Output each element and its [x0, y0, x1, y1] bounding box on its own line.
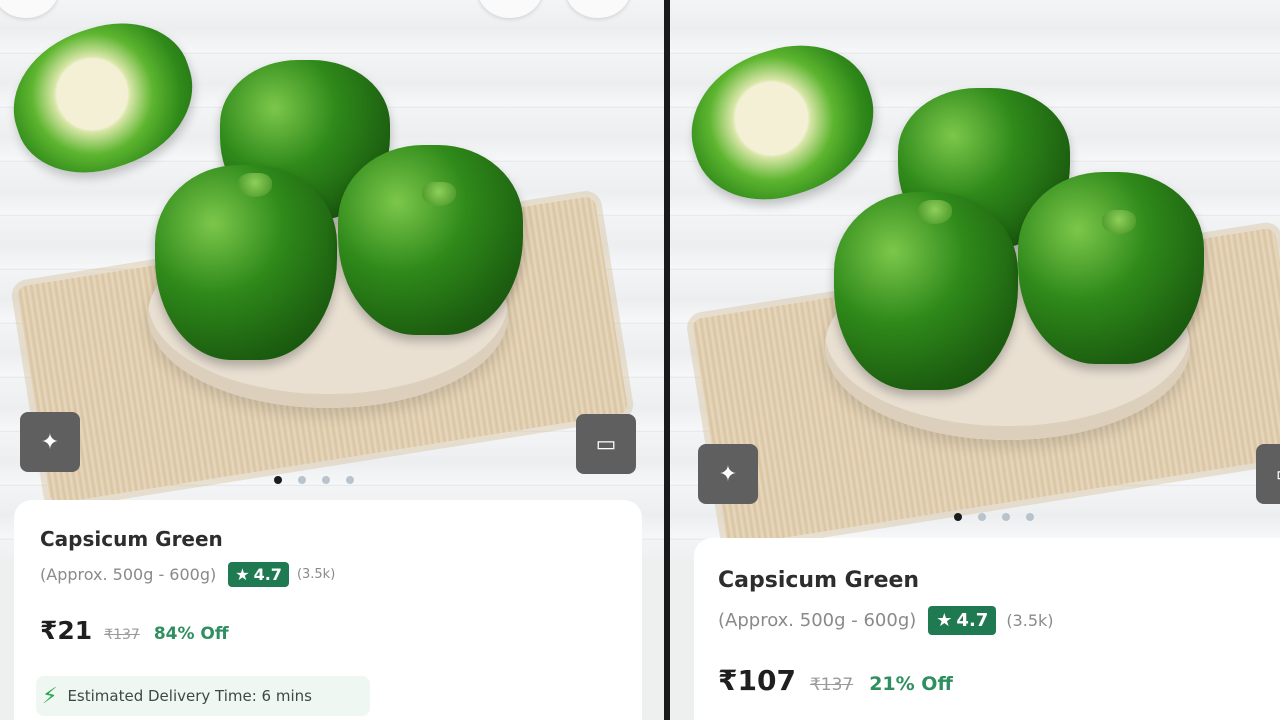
carousel-indicator: [274, 476, 354, 484]
rating-badge[interactable]: ★ 4.7: [928, 606, 997, 635]
halved-pepper: [0, 3, 212, 193]
star-icon: ★: [936, 610, 953, 631]
carousel-dot[interactable]: [346, 476, 354, 484]
gallery-button[interactable]: ▭: [576, 414, 636, 474]
gallery-icon: ▭: [595, 431, 617, 457]
rating-count: (3.5k): [1006, 611, 1054, 630]
carousel-dot[interactable]: [1002, 513, 1010, 521]
delivery-info: ⚡ Estimated Delivery Time: 6 mins: [36, 676, 370, 716]
pepper-stem: [1102, 210, 1136, 234]
carousel-dot[interactable]: [298, 476, 306, 484]
sparkle-icon: ✦: [40, 429, 60, 455]
discount-label: 84% Off: [153, 624, 229, 644]
pepper-stem: [918, 200, 952, 224]
product-meta: (Approx. 500g - 600g) ★ 4.7 (3.5k): [40, 562, 335, 587]
product-image-carousel[interactable]: ✦ ▭: [670, 0, 1280, 560]
product-title: Capsicum Green: [718, 568, 920, 593]
gallery-button[interactable]: ▭: [1256, 444, 1280, 504]
delivery-text: Estimated Delivery Time: 6 mins: [67, 687, 312, 705]
rating-badge[interactable]: ★ 4.7: [228, 562, 289, 587]
ai-sparkle-button[interactable]: ✦: [20, 412, 80, 472]
mrp-price: ₹137: [809, 675, 854, 695]
quantity-label: (Approx. 500g - 600g): [40, 565, 217, 584]
ai-sparkle-button[interactable]: ✦: [698, 444, 758, 504]
product-info-card: Capsicum Green (Approx. 500g - 600g) ★ 4…: [14, 500, 642, 720]
discount-label: 21% Off: [869, 673, 953, 695]
product-image-carousel[interactable]: ✦ ▭: [0, 0, 664, 560]
halved-pepper: [672, 24, 893, 221]
carousel-dot[interactable]: [978, 513, 986, 521]
price-row: ₹21 ₹137 84% Off: [40, 616, 229, 645]
carousel-dot[interactable]: [1026, 513, 1034, 521]
gallery-icon: ▭: [1276, 462, 1280, 487]
right-product-page: ✦ ▭ Capsicum Green (Approx. 500g - 600g)…: [670, 0, 1280, 720]
carousel-dot[interactable]: [274, 476, 282, 484]
product-meta: (Approx. 500g - 600g) ★ 4.7 (3.5k): [718, 606, 1054, 635]
carousel-dot[interactable]: [322, 476, 330, 484]
right-pepper: [338, 145, 523, 335]
left-product-page: ✦ ▭ Capsicum Green (Approx. 500g - 600g)…: [0, 0, 664, 720]
share-button[interactable]: [566, 0, 630, 18]
product-title: Capsicum Green: [40, 527, 223, 551]
carousel-dot[interactable]: [954, 513, 962, 521]
star-icon: ★: [235, 565, 250, 584]
back-button[interactable]: [0, 0, 58, 18]
rating-count: (3.5k): [296, 567, 336, 582]
mrp-price: ₹137: [104, 627, 140, 643]
selling-price: ₹107: [718, 664, 796, 697]
carousel-indicator: [954, 513, 1034, 521]
rating-value: 4.7: [253, 565, 282, 584]
price-row: ₹107 ₹137 21% Off: [718, 664, 953, 697]
comparison-screenshot: ✦ ▭ Capsicum Green (Approx. 500g - 600g)…: [0, 0, 1280, 720]
bolt-icon: ⚡: [42, 683, 58, 709]
pepper-stem: [238, 173, 272, 197]
quantity-label: (Approx. 500g - 600g): [718, 610, 917, 631]
pepper-stem: [422, 182, 456, 206]
product-info-card: Capsicum Green (Approx. 500g - 600g) ★ 4…: [694, 538, 1280, 720]
rating-value: 4.7: [956, 610, 989, 631]
search-button[interactable]: [478, 0, 542, 18]
right-pepper: [1018, 172, 1204, 364]
sparkle-icon: ✦: [718, 461, 738, 487]
selling-price: ₹21: [40, 616, 93, 645]
